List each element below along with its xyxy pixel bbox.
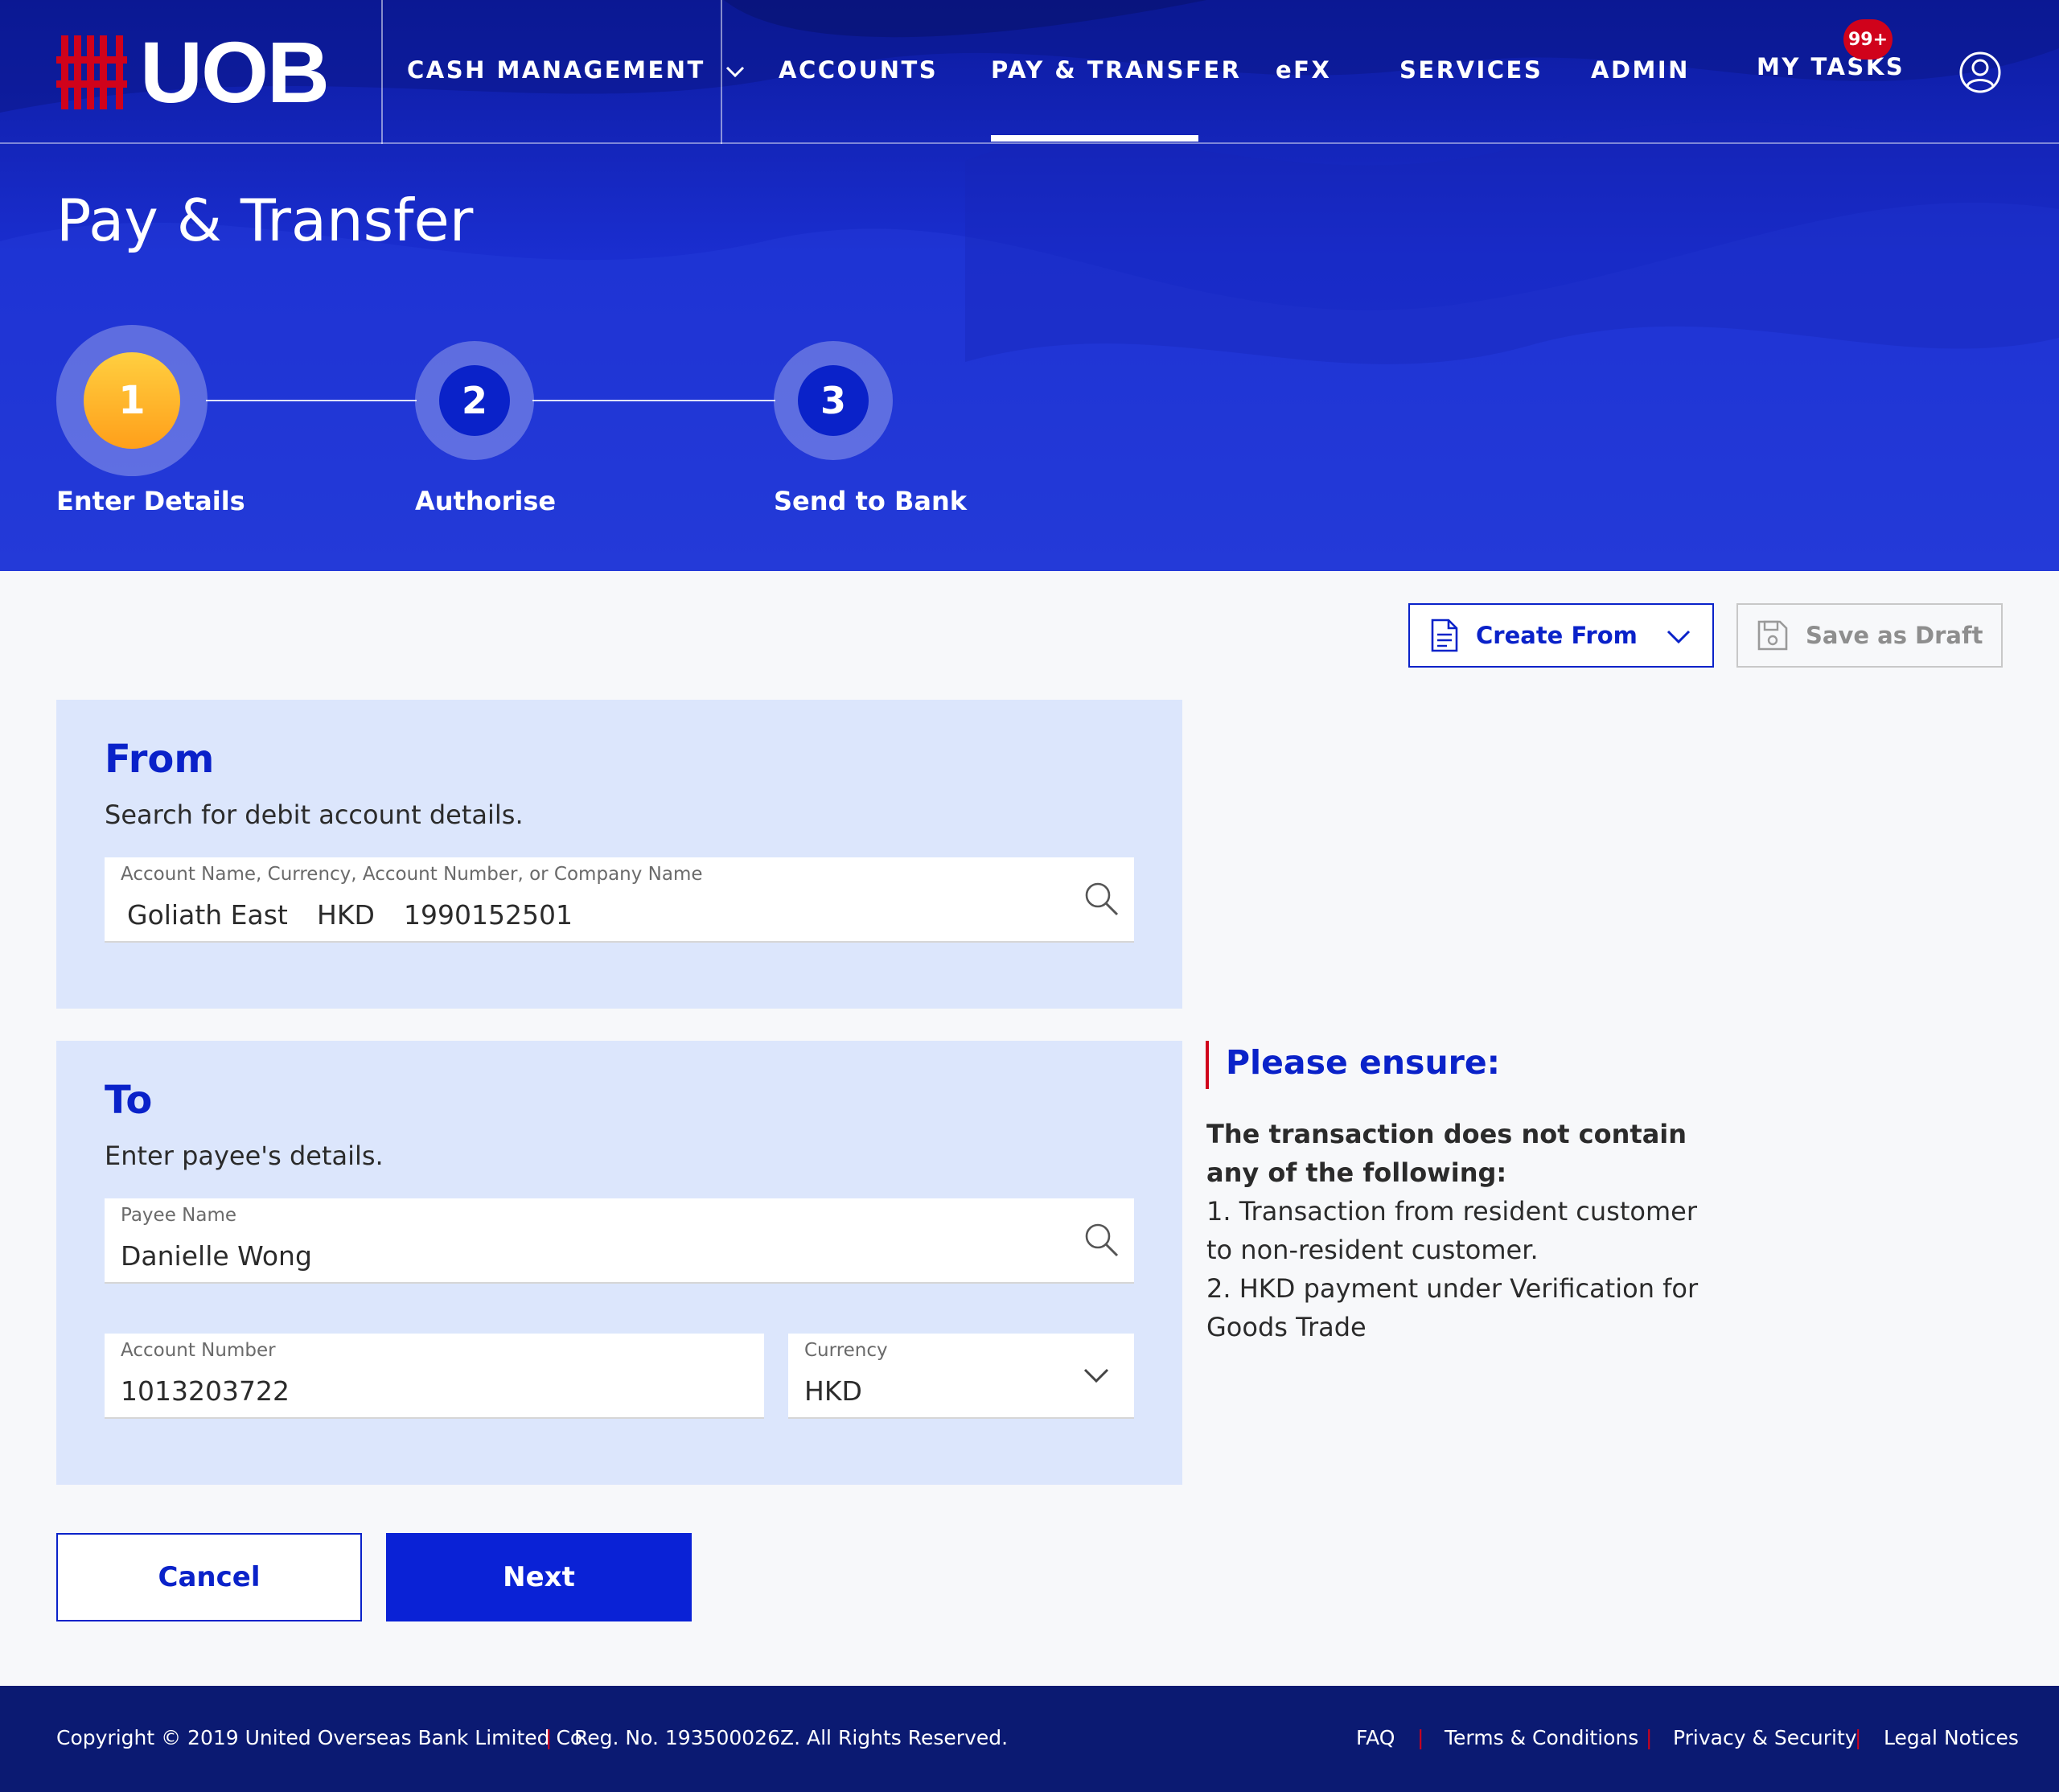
from-subtitle: Search for debit account details. <box>105 799 524 830</box>
chevron-down-icon <box>1083 1368 1109 1383</box>
nav-admin[interactable]: ADMIN <box>1591 56 1690 84</box>
cancel-button[interactable]: Cancel <box>56 1533 362 1621</box>
debit-account-currency: HKD <box>317 899 375 931</box>
from-panel: From Search for debit account details. A… <box>56 700 1182 1009</box>
chevron-down-icon <box>726 66 745 78</box>
footer-separator: | <box>1646 1726 1653 1749</box>
footer: Copyright © 2019 United Overseas Bank Li… <box>0 1686 2059 1792</box>
tasks-count-badge: 99+ <box>1843 19 1893 60</box>
nav-efx[interactable]: eFX <box>1276 56 1331 84</box>
search-icon[interactable] <box>1084 1223 1120 1258</box>
to-panel: To Enter payee's details. Payee Name Dan… <box>56 1041 1182 1485</box>
payee-name-label: Payee Name <box>121 1205 237 1226</box>
nav-cash-management[interactable]: CASH MANAGEMENT <box>407 56 746 84</box>
nav-divider <box>721 0 722 144</box>
active-nav-indicator <box>991 135 1198 142</box>
search-icon[interactable] <box>1084 882 1120 917</box>
notice-item-2: 2. HKD payment under Verification for Go… <box>1206 1273 1699 1342</box>
save-as-draft-button[interactable]: Save as Draft <box>1736 603 2003 668</box>
footer-separator: | <box>545 1726 553 1749</box>
save-as-draft-label: Save as Draft <box>1806 622 1983 649</box>
step-3-circle: 3 <box>798 365 869 436</box>
step-1-circle: 1 <box>84 352 180 449</box>
from-title: From <box>105 737 215 782</box>
footer-separator: | <box>1417 1726 1424 1749</box>
to-subtitle: Enter payee's details. <box>105 1141 384 1171</box>
debit-account-name: Goliath East <box>127 899 288 931</box>
footer-link-terms[interactable]: Terms & Conditions <box>1445 1726 1638 1749</box>
top-navigation: UOB CASH MANAGEMENT ACCOUNTS PAY & TRANS… <box>0 0 2059 144</box>
step-1-label: Enter Details <box>56 486 245 516</box>
nav-pay-transfer[interactable]: PAY & TRANSFER <box>991 56 1241 84</box>
payee-name-value: Danielle Wong <box>121 1240 312 1272</box>
uob-logo[interactable]: UOB <box>56 29 330 116</box>
currency-value: HKD <box>804 1375 862 1407</box>
currency-select[interactable]: Currency HKD <box>788 1334 1134 1419</box>
notice-lead: The transaction does not contain any of … <box>1206 1119 1687 1188</box>
footer-link-legal[interactable]: Legal Notices <box>1884 1726 2019 1749</box>
debit-account-field-label: Account Name, Currency, Account Number, … <box>121 864 703 885</box>
create-from-label: Create From <box>1476 622 1638 649</box>
step-2-circle: 2 <box>439 365 510 436</box>
footer-separator: | <box>1855 1726 1862 1749</box>
footer-copyright: Copyright © 2019 United Overseas Bank Li… <box>56 1726 589 1749</box>
page-title: Pay & Transfer <box>56 187 474 254</box>
debit-account-number: 1990152501 <box>404 899 573 931</box>
account-number-field[interactable]: Account Number 1013203722 <box>105 1334 764 1419</box>
step-3-label: Send to Bank <box>774 486 968 516</box>
notice-title: Please ensure: <box>1226 1043 1501 1082</box>
notice-item-1: 1. Transaction from resident customer to… <box>1206 1196 1697 1265</box>
create-from-button[interactable]: Create From <box>1408 603 1714 668</box>
uob-logo-mark <box>56 35 127 109</box>
user-circle-icon[interactable] <box>1959 51 2001 93</box>
chevron-down-icon <box>1667 630 1691 644</box>
hero-banner: UOB CASH MANAGEMENT ACCOUNTS PAY & TRANS… <box>0 0 2059 571</box>
nav-cash-management-label: CASH MANAGEMENT <box>407 56 705 84</box>
logo-text: UOB <box>140 23 330 121</box>
payee-name-field[interactable]: Payee Name Danielle Wong <box>105 1198 1134 1284</box>
account-number-value: 1013203722 <box>121 1375 290 1407</box>
nav-accounts[interactable]: ACCOUNTS <box>779 56 938 84</box>
footer-link-faq[interactable]: FAQ <box>1356 1726 1395 1749</box>
footer-link-privacy[interactable]: Privacy & Security <box>1673 1726 1857 1749</box>
step-2-label: Authorise <box>415 486 557 516</box>
notice-body: The transaction does not contain any of … <box>1206 1115 1705 1346</box>
nav-services[interactable]: SERVICES <box>1399 56 1543 84</box>
to-title: To <box>105 1078 153 1123</box>
notice-accent-bar <box>1206 1041 1209 1089</box>
debit-account-search-field[interactable]: Account Name, Currency, Account Number, … <box>105 857 1134 943</box>
next-button[interactable]: Next <box>386 1533 692 1621</box>
stepper-connector <box>206 400 417 401</box>
footer-reg-number: Reg. No. 193500026Z. All Rights Reserved… <box>574 1726 1009 1749</box>
floppy-disk-icon <box>1757 620 1788 651</box>
document-icon <box>1431 619 1458 652</box>
currency-label: Currency <box>804 1340 888 1361</box>
account-number-label: Account Number <box>121 1340 276 1361</box>
nav-my-tasks[interactable]: MY TASKS <box>1757 53 1905 80</box>
nav-divider <box>381 0 383 144</box>
stepper-connector <box>532 400 775 401</box>
